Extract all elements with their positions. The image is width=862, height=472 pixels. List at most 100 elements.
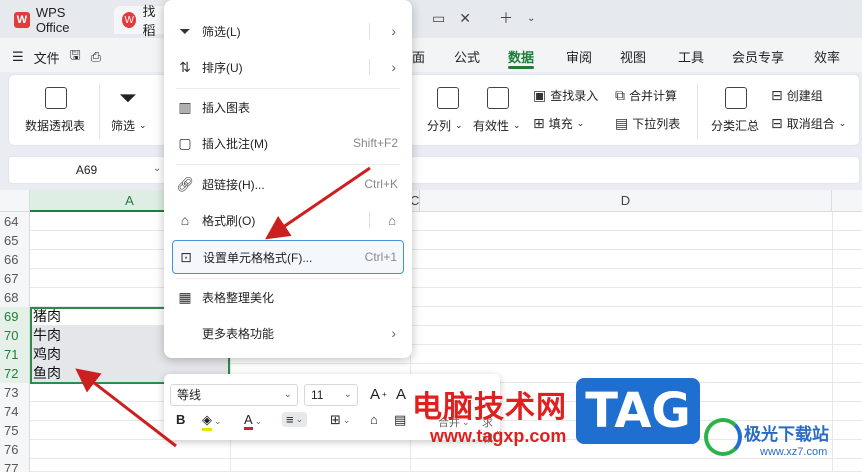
menu-item-data[interactable]: 数据 (508, 47, 534, 66)
split-column-icon (437, 87, 459, 109)
menu-item-sort[interactable]: ⇅ 排序(U) › (164, 50, 412, 84)
tab-wps-office[interactable]: W WPS Office (6, 5, 110, 35)
menu-item-insert-comment[interactable]: ▢ 插入批注(M) Shift+F2 (164, 126, 412, 160)
menu-item-format-painter[interactable]: ⌂ 格式刷(O) ⌂ (164, 203, 412, 237)
watermark-url: www.tagxp.com (430, 426, 567, 446)
group-icon: ⊟ (771, 87, 783, 103)
column-header-d[interactable]: D (420, 190, 832, 212)
chevron-right-icon: › (391, 23, 396, 39)
border-icon: ⊞ (330, 412, 341, 427)
tab-label: WPS Office (35, 5, 70, 35)
validity-button[interactable]: 有效性 ⌄ (473, 117, 521, 134)
cell-format-button[interactable]: ▤ (394, 412, 406, 428)
chevron-down-icon: ⌄ (343, 389, 352, 400)
menu-item-more-table-functions[interactable]: 更多表格功能 › (164, 316, 412, 350)
subtotal-button[interactable]: 分类汇总 (711, 117, 759, 134)
ungroup-button[interactable]: ⊟ 取消组合 ⌄ (771, 115, 846, 132)
format-painter-button[interactable]: ⌂ (370, 412, 378, 427)
chart-icon: ▥ (178, 98, 192, 115)
new-tab-icon[interactable]: ＋ (499, 8, 513, 28)
document-icon: W (122, 12, 137, 28)
hamburger-icon[interactable]: ☰ (12, 49, 24, 65)
format-painter-icon: ⌂ (370, 412, 378, 427)
ribbon: 数据透视表 ⏷ 筛选 ⌄ 分列 ⌄ 有效性 ⌄ ▣ 查找录入 ⊞ 填充 ⌄ ⧉ 合并计算 ▤ 下… (8, 74, 860, 146)
table-row: 77 (0, 459, 862, 472)
lookup-entry-button[interactable]: ▣ 查找录入 (533, 87, 598, 104)
font-size-select[interactable]: 11 ⌄ (304, 384, 358, 406)
chevron-right-icon: › (391, 325, 396, 341)
menu-item-efficiency[interactable]: 效率 (814, 47, 840, 66)
pivot-table-button[interactable]: 数据透视表 (25, 117, 85, 134)
menu-item-tools[interactable]: 工具 (678, 47, 704, 66)
ungroup-icon: ⊟ (771, 115, 783, 131)
format-painter-icon: ⌂ (180, 212, 190, 228)
select-all-corner[interactable] (0, 190, 30, 212)
bold-button[interactable]: B (176, 412, 185, 427)
fill-button[interactable]: ⊞ 填充 ⌄ (533, 115, 584, 132)
merge-calc-button[interactable]: ⧉ 合并计算 (615, 87, 677, 104)
menu-item-page[interactable]: 面 (412, 47, 425, 66)
menu-item-format-cells[interactable]: ⊡ 设置单元格格式(F)... Ctrl+1 (172, 240, 404, 274)
table-row: 66 (0, 250, 862, 269)
menu-file[interactable]: 文件 (34, 48, 60, 67)
lookup-icon: ▣ (533, 87, 547, 103)
brand-logo-icon (704, 418, 742, 456)
menu-item-hyperlink[interactable]: 🔗︎ 超链接(H)... Ctrl+K (164, 167, 412, 201)
save-icon[interactable]: 🖫 (70, 46, 81, 68)
chevron-down-icon[interactable]: ⌄ (153, 163, 161, 174)
title-bar: W WPS Office W 找稻 ▭ ✕ ＋ ⌄ (0, 0, 862, 38)
fill-color-button[interactable]: ◈ ⌄ (202, 412, 222, 431)
link-icon: 🔗︎ (176, 175, 194, 192)
tag-logo: TAG (576, 378, 700, 444)
chevron-right-icon: › (391, 59, 396, 75)
table-row: 67 (0, 269, 862, 288)
font-color-button[interactable]: A ⌄ (244, 412, 262, 430)
pivot-table-icon (45, 87, 67, 109)
fill-color-icon: ◈ (202, 412, 212, 431)
cell-format-icon: ▤ (394, 412, 407, 427)
table-beautify-icon: ▦ (178, 288, 192, 305)
align-button[interactable]: ≡ ⌄ (282, 412, 308, 427)
menu-item-table-beautify[interactable]: ▦ 表格整理美化 (164, 280, 412, 314)
merge-calc-icon: ⧉ (615, 87, 625, 103)
print-preview-icon[interactable]: ⎙ (91, 49, 101, 65)
dropdown-list-icon: ▤ (615, 115, 629, 131)
table-row: 65 (0, 231, 862, 250)
create-group-button[interactable]: ⊟ 创建组 (771, 87, 823, 104)
chevron-down-icon[interactable]: ⌄ (527, 13, 535, 24)
name-box[interactable]: A69 (9, 157, 165, 183)
font-family-select[interactable]: 等线 ⌄ (170, 384, 298, 406)
window-icon[interactable]: ▭ (432, 10, 445, 27)
wps-logo-icon: W (14, 12, 30, 28)
table-row: 64 (0, 212, 862, 231)
tab-controls: ▭ ✕ ＋ ⌄ (432, 8, 535, 28)
split-column-button[interactable]: 分列 ⌄ (427, 117, 463, 134)
menu-item-insert-chart[interactable]: ▥ 插入图表 (164, 90, 412, 124)
increase-font-size-button[interactable]: A + (370, 386, 387, 403)
format-painter-icon[interactable]: ⌂ (388, 213, 396, 228)
watermark-brand-url: www.xz7.com (760, 446, 828, 458)
filter-icon: ⏷ (179, 22, 191, 39)
menu-item-member[interactable]: 会员专享 (732, 47, 784, 66)
menu-item-filter[interactable]: ⏷ 筛选(L) › (164, 14, 412, 48)
menu-item-review[interactable]: 审阅 (566, 47, 592, 66)
close-tab-icon[interactable]: ✕ (459, 10, 471, 27)
dropdown-list-button[interactable]: ▤ 下拉列表 (615, 115, 680, 132)
chevron-down-icon: ⌄ (283, 389, 292, 400)
menu-item-formula[interactable]: 公式 (454, 47, 480, 66)
watermark-text: 电脑技术网 (412, 391, 567, 424)
decrease-font-size-button[interactable]: A (396, 386, 406, 403)
watermark-brand: 极光下载站 (744, 425, 829, 444)
filter-button[interactable]: 筛选 ⌄ (111, 117, 147, 134)
filter-icon: ⏷ (119, 85, 137, 110)
comment-icon: ▢ (178, 134, 192, 151)
sort-icon: ⇅ (179, 58, 191, 75)
font-color-icon: A (244, 412, 253, 430)
border-button[interactable]: ⊞ ⌄ (330, 412, 350, 428)
tab-label: 找稻 (142, 4, 156, 38)
validity-icon (487, 87, 509, 109)
table-row: 68 (0, 288, 862, 307)
menu-item-view[interactable]: 视图 (620, 47, 646, 66)
column-header-e[interactable] (832, 190, 862, 212)
fill-icon: ⊞ (533, 115, 545, 131)
